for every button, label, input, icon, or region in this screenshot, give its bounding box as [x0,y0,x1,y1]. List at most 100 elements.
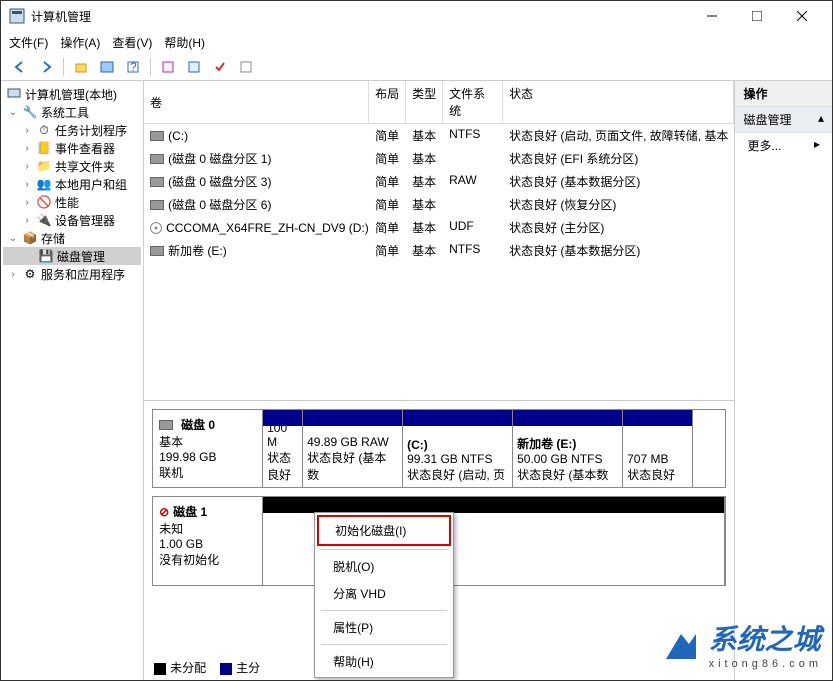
disk-icon [159,420,173,430]
tree-root-label: 计算机管理(本地) [25,86,117,103]
expander-icon[interactable]: ⌄ [7,107,19,118]
disk-icon [150,200,164,210]
part-status: 状态良好 (基本数 [517,466,618,483]
volume-row[interactable]: CCCOMA_X64FRE_ZH-CN_DV9 (D:) 简单 基本 UDF 状… [144,216,734,239]
tree-services[interactable]: › ⚙ 服务和应用程序 [3,265,141,283]
menu-action[interactable]: 操作(A) [60,34,100,51]
part-label: 新加卷 (E:) [517,435,618,452]
menu-help[interactable]: 帮助(H) [164,34,205,51]
disk0-size: 199.98 GB [159,450,256,464]
expander-icon[interactable]: › [21,143,33,154]
help-icon-button[interactable]: ? [122,56,144,78]
expander-icon[interactable]: › [21,161,33,172]
disk-partition[interactable]: 707 MB 状态良好 [623,410,693,487]
col-layout[interactable]: 布局 [369,81,406,123]
col-type[interactable]: 类型 [406,81,443,123]
vol-type: 基本 [406,218,443,237]
volume-row[interactable]: (磁盘 0 磁盘分区 1) 简单 基本 状态良好 (EFI 系统分区) [144,147,734,170]
col-status[interactable]: 状态 [503,81,734,123]
menu-file[interactable]: 文件(F) [9,34,48,51]
legend-unalloc-label: 未分配 [170,661,206,675]
ctx-help[interactable]: 帮助(H) [317,648,451,675]
actions-sub[interactable]: 磁盘管理 ▴ [735,107,832,133]
disk-error-icon: ⊘ [159,505,169,519]
vol-status: 状态良好 (基本数据分区) [503,172,734,191]
ctx-properties[interactable]: 属性(P) [317,614,451,641]
actions-more[interactable]: 更多... ▸ [735,133,832,158]
tree-root[interactable]: 计算机管理(本地) [3,85,141,103]
window-titlebar: 计算机管理 [1,1,832,31]
vol-fs: NTFS [443,126,503,145]
detail-view-button[interactable] [183,56,205,78]
tree-item-icon: ⏱ [36,122,52,138]
volume-row[interactable]: (磁盘 0 磁盘分区 6) 简单 基本 状态良好 (恢复分区) [144,193,734,216]
part-size: 49.89 GB RAW [307,435,398,449]
vol-layout: 简单 [369,241,406,260]
disk-icon: 💾 [38,248,54,264]
legend-primary-label: 主分 [236,661,260,675]
vol-type: 基本 [406,241,443,260]
menubar: 文件(F) 操作(A) 查看(V) 帮助(H) [1,31,832,53]
volume-row[interactable]: (磁盘 0 磁盘分区 3) 简单 基本 RAW 状态良好 (基本数据分区) [144,170,734,193]
tree-item-icon: 📒 [36,140,52,156]
disk-partition[interactable]: (C:) 99.31 GB NTFS 状态良好 (启动, 页 [403,410,513,487]
expander-icon[interactable]: ⌄ [7,233,19,244]
tree-item-label: 设备管理器 [55,212,115,229]
list-view-button[interactable] [157,56,179,78]
disk-partition[interactable]: 100 M 状态良好 [263,410,303,487]
ctx-detach-vhd[interactable]: 分离 VHD [317,580,451,607]
ctx-offline[interactable]: 脱机(O) [317,553,451,580]
expander-icon[interactable]: › [21,125,33,136]
tree-item[interactable]: ›⏱任务计划程序 [3,121,141,139]
col-volume[interactable]: 卷 [144,81,369,123]
disk0-type: 基本 [159,433,256,450]
tree-services-label: 服务和应用程序 [41,266,125,283]
vol-name: 新加卷 (E:) [144,241,369,260]
tree-diskmgmt[interactable]: 💾 磁盘管理 [3,247,141,265]
disk0-name: 磁盘 0 [181,416,215,433]
disk-icon [150,154,164,164]
expander-icon[interactable]: › [21,179,33,190]
expander-icon[interactable]: › [7,269,19,280]
expander-icon[interactable]: › [21,197,33,208]
cd-icon [150,222,162,234]
vol-name: CCCOMA_X64FRE_ZH-CN_DV9 (D:) [144,218,369,237]
computer-icon [6,86,22,102]
tree-systools[interactable]: ⌄ 🔧 系统工具 [3,103,141,121]
volume-row[interactable]: 新加卷 (E:) 简单 基本 NTFS 状态良好 (基本数据分区) [144,239,734,262]
disk-partition[interactable]: 新加卷 (E:) 50.00 GB NTFS 状态良好 (基本数 [513,410,623,487]
tree-storage[interactable]: ⌄ 📦 存储 [3,229,141,247]
disk-icon [150,131,164,141]
volume-row[interactable]: (C:) 简单 基本 NTFS 状态良好 (启动, 页面文件, 故障转储, 基本 [144,124,734,147]
vol-fs [443,149,503,168]
tree-item[interactable]: ›🚫性能 [3,193,141,211]
minimize-button[interactable] [689,1,734,31]
tree-item-icon: 🔌 [36,212,52,228]
back-button[interactable] [9,56,31,78]
col-fs[interactable]: 文件系统 [443,81,503,123]
tree-item[interactable]: ›👥本地用户和组 [3,175,141,193]
disk1-size: 1.00 GB [159,537,256,551]
disk-icon [150,177,164,187]
tree-item-icon: 🚫 [36,194,52,210]
tree-item[interactable]: ›🔌设备管理器 [3,211,141,229]
view-button[interactable] [96,56,118,78]
tree-item[interactable]: ›📒事件查看器 [3,139,141,157]
close-button[interactable] [779,1,824,31]
menu-view[interactable]: 查看(V) [112,34,152,51]
check-button[interactable] [209,56,231,78]
collapse-icon[interactable]: ▴ [818,111,824,128]
tree-item-icon: 📁 [36,158,52,174]
disk-partition[interactable]: 49.89 GB RAW 状态良好 (基本数 [303,410,403,487]
maximize-button[interactable] [734,1,779,31]
vol-fs: UDF [443,218,503,237]
disk0-row[interactable]: 磁盘 0 基本 199.98 GB 联机 100 M 状态良好 49.89 GB… [152,409,726,488]
ctx-init-disk[interactable]: 初始化磁盘(I) [317,515,451,546]
up-button[interactable] [70,56,92,78]
forward-button[interactable] [35,56,57,78]
props-button[interactable] [235,56,257,78]
vol-status: 状态良好 (启动, 页面文件, 故障转储, 基本 [503,126,734,145]
expander-icon[interactable]: › [21,215,33,226]
tree-item[interactable]: ›📁共享文件夹 [3,157,141,175]
vol-layout: 简单 [369,172,406,191]
